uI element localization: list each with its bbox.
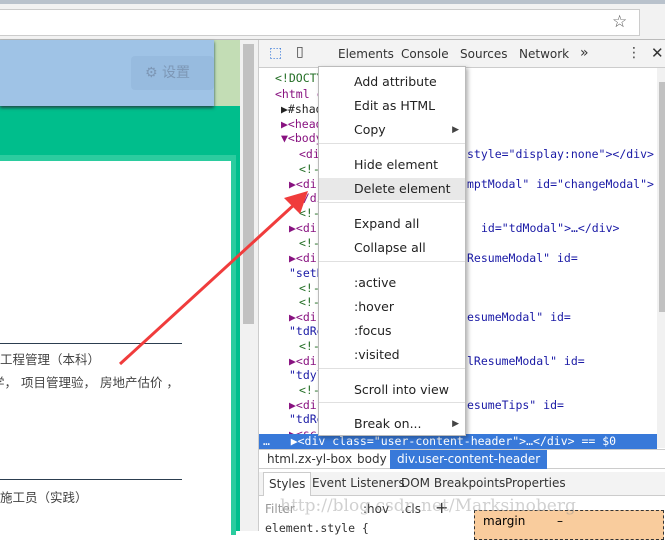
red-arrow-annotation bbox=[118, 191, 308, 366]
watermark: http://blog.csdn.net/Marksinoberg bbox=[280, 496, 576, 516]
